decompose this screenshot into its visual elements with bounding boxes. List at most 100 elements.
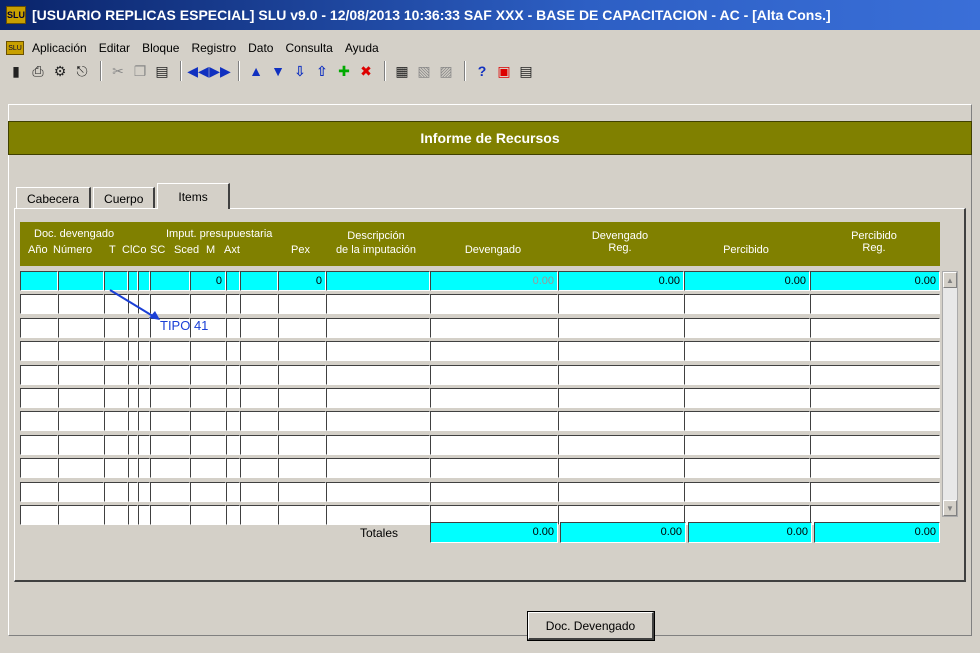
save-icon[interactable]: ▮	[6, 61, 26, 81]
grid-scrollbar[interactable]: ▲ ▼	[942, 271, 958, 517]
first-record-icon[interactable]: ◀◀	[187, 61, 209, 81]
cell-m[interactable]	[226, 388, 240, 408]
cell-anio[interactable]	[20, 481, 58, 502]
previous-block-icon[interactable]: ⇧	[312, 61, 332, 81]
tab-items[interactable]: Items	[157, 183, 230, 209]
cell-descripcion[interactable]	[326, 364, 430, 385]
cell-percibido[interactable]	[684, 434, 810, 455]
cell-sc[interactable]	[150, 458, 190, 479]
cell-clco-1[interactable]	[128, 411, 138, 432]
cell-devengado[interactable]	[430, 364, 558, 385]
cell-devengado[interactable]	[430, 341, 558, 362]
cell-descripcion[interactable]	[326, 388, 430, 408]
cell-m[interactable]	[226, 434, 240, 455]
cell-devengado-reg[interactable]	[558, 388, 684, 408]
cell-sc[interactable]	[150, 388, 190, 408]
cell-clco-1[interactable]	[128, 341, 138, 362]
cell-clco-2[interactable]	[138, 364, 150, 385]
cell-sc[interactable]	[150, 364, 190, 385]
cell-m[interactable]	[226, 505, 240, 525]
cell-axt[interactable]	[240, 481, 278, 502]
cell-numero[interactable]	[58, 388, 104, 408]
cell-t[interactable]	[104, 458, 128, 479]
cell-axt[interactable]	[240, 434, 278, 455]
execute-query-icon[interactable]: ▧	[414, 61, 434, 81]
cell-descripcion[interactable]	[326, 458, 430, 479]
cell-descripcion[interactable]	[326, 411, 430, 432]
cell-devengado[interactable]	[430, 411, 558, 432]
cell-pex[interactable]	[278, 481, 326, 502]
cell-devengado[interactable]	[430, 388, 558, 408]
cell-descripcion[interactable]	[326, 271, 430, 291]
cell-axt[interactable]	[240, 505, 278, 525]
cell-clco-1[interactable]	[128, 458, 138, 479]
cut-icon[interactable]: ✂	[108, 61, 128, 81]
cell-percibido[interactable]	[684, 294, 810, 315]
cell-descripcion[interactable]	[326, 317, 430, 338]
cell-percibido[interactable]	[684, 317, 810, 338]
cell-descripcion[interactable]	[326, 434, 430, 455]
cell-devengado-reg[interactable]	[558, 341, 684, 362]
cell-devengado-reg[interactable]	[558, 364, 684, 385]
cell-clco-2[interactable]	[138, 505, 150, 525]
cell-axt[interactable]	[240, 364, 278, 385]
cell-axt[interactable]	[240, 388, 278, 408]
cell-clco-1[interactable]	[128, 481, 138, 502]
menu-dato[interactable]: Dato	[248, 41, 273, 55]
cell-percibido[interactable]	[684, 481, 810, 502]
cell-sc[interactable]	[150, 341, 190, 362]
cell-sced[interactable]	[190, 434, 226, 455]
cell-axt[interactable]	[240, 317, 278, 338]
menu-editar[interactable]: Editar	[99, 41, 130, 55]
cell-sc[interactable]	[150, 505, 190, 525]
cell-axt[interactable]	[240, 271, 278, 291]
cell-percibido[interactable]	[684, 341, 810, 362]
cell-devengado[interactable]: 0.00	[430, 271, 558, 291]
cell-axt[interactable]	[240, 458, 278, 479]
cell-descripcion[interactable]	[326, 341, 430, 362]
cell-sced[interactable]	[190, 458, 226, 479]
cell-percibido-reg[interactable]: 0.00	[810, 271, 940, 291]
cell-anio[interactable]	[20, 341, 58, 362]
cell-devengado[interactable]	[430, 434, 558, 455]
cell-devengado-reg[interactable]	[558, 434, 684, 455]
cell-t[interactable]	[104, 388, 128, 408]
cell-sced[interactable]	[190, 388, 226, 408]
next-record-icon[interactable]: ▼	[268, 61, 288, 81]
cell-m[interactable]	[226, 271, 240, 291]
cell-percibido[interactable]	[684, 388, 810, 408]
print-icon[interactable]: ⎙	[28, 61, 48, 81]
previous-record-icon[interactable]: ▲	[246, 61, 266, 81]
details-icon[interactable]: ▤	[516, 61, 536, 81]
cell-sc[interactable]	[150, 434, 190, 455]
mdi-window-icon[interactable]: SLU	[6, 41, 24, 55]
cell-pex[interactable]	[278, 434, 326, 455]
cell-t[interactable]	[104, 411, 128, 432]
list-icon[interactable]: ▣	[494, 61, 514, 81]
insert-record-icon[interactable]: ✚	[334, 61, 354, 81]
cell-devengado-reg[interactable]	[558, 294, 684, 315]
menu-consulta[interactable]: Consulta	[285, 41, 332, 55]
cell-m[interactable]	[226, 317, 240, 338]
cell-sc[interactable]	[150, 481, 190, 502]
cell-numero[interactable]	[58, 411, 104, 432]
cell-t[interactable]	[104, 341, 128, 362]
paste-icon[interactable]: ▤	[152, 61, 172, 81]
cell-anio[interactable]	[20, 364, 58, 385]
print-setup-icon[interactable]: ⚙	[50, 61, 70, 81]
cell-devengado[interactable]	[430, 481, 558, 502]
cell-sced[interactable]	[190, 341, 226, 362]
cell-pex[interactable]	[278, 388, 326, 408]
cell-devengado[interactable]	[430, 458, 558, 479]
cell-m[interactable]	[226, 411, 240, 432]
cell-numero[interactable]	[58, 458, 104, 479]
delete-record-icon[interactable]: ✖	[356, 61, 376, 81]
cell-m[interactable]	[226, 294, 240, 315]
cell-clco-1[interactable]	[128, 434, 138, 455]
cell-anio[interactable]	[20, 434, 58, 455]
cell-pex[interactable]	[278, 317, 326, 338]
cell-percibido[interactable]	[684, 458, 810, 479]
cell-percibido-reg[interactable]	[810, 411, 940, 432]
cell-sced[interactable]	[190, 364, 226, 385]
cell-percibido-reg[interactable]	[810, 364, 940, 385]
